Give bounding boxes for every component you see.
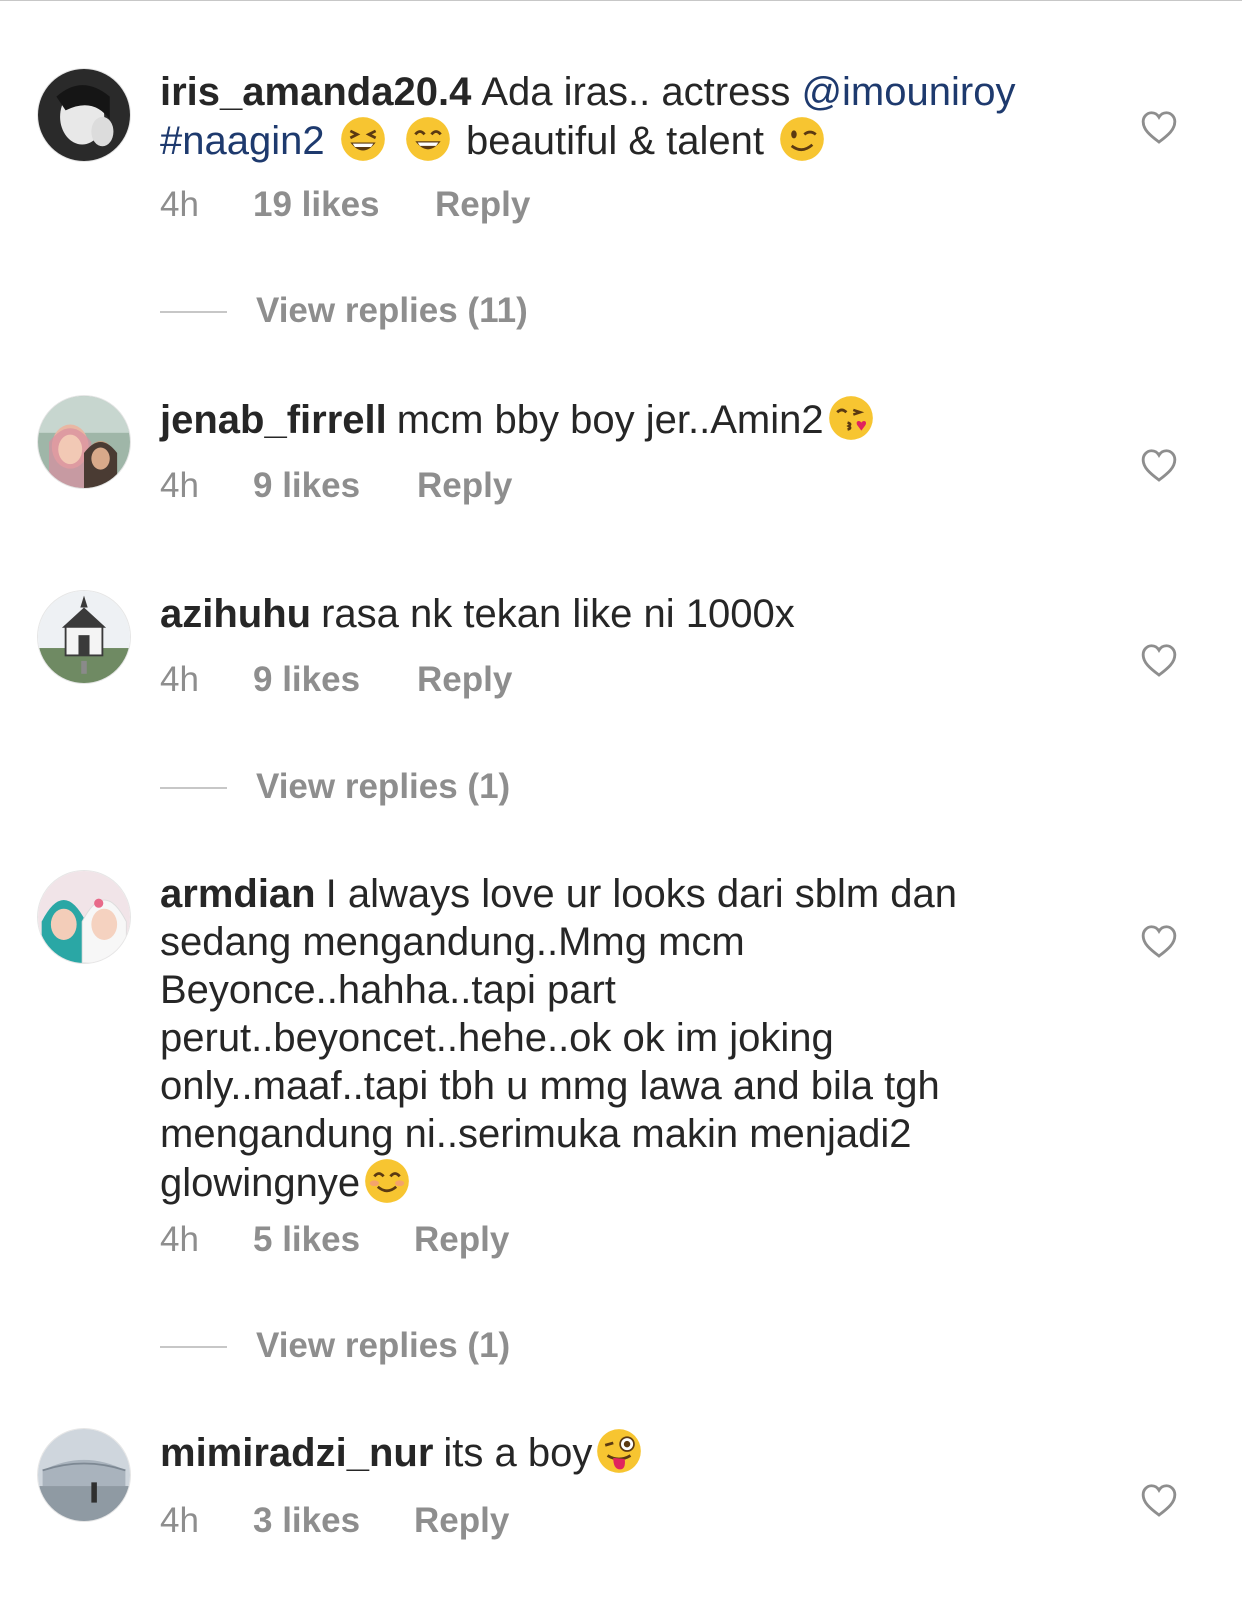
reply-button[interactable]: Reply	[414, 1220, 509, 1260]
winking-face-tongue-icon	[596, 1428, 642, 1474]
view-replies-button[interactable]: View replies (1)	[160, 767, 760, 807]
comment-text: azihuhu rasa nk tekan like ni 1000x	[160, 590, 1040, 638]
face-blowing-kiss-icon	[828, 395, 874, 441]
comment-text: jenab_firrell mcm bby boy jer..Amin2	[160, 395, 1040, 444]
comment-username[interactable]: iris_amanda20.4	[160, 70, 471, 114]
comment-username[interactable]: mimiradzi_nur	[160, 1431, 433, 1475]
reply-button[interactable]: Reply	[417, 660, 512, 700]
view-replies-button[interactable]: View replies (11)	[160, 291, 760, 331]
comment-body: I always love ur looks dari sblm dan sed…	[160, 872, 957, 1205]
top-divider	[0, 0, 1242, 1]
comment-body: its a boy	[443, 1431, 593, 1475]
comment-body: rasa nk tekan like ni 1000x	[321, 592, 795, 636]
view-replies-label: View replies (11)	[256, 291, 528, 330]
divider-line	[160, 787, 227, 789]
heart-outline-icon[interactable]	[1140, 923, 1178, 959]
comment-time: 4h	[160, 185, 199, 224]
reply-button[interactable]: Reply	[435, 185, 530, 225]
comment-time: 4h	[160, 1220, 199, 1259]
heart-outline-icon[interactable]	[1140, 1482, 1178, 1518]
avatar[interactable]	[37, 395, 131, 489]
reply-button[interactable]: Reply	[414, 1501, 509, 1541]
comment-username[interactable]: armdian	[160, 872, 316, 916]
avatar[interactable]	[37, 1428, 131, 1522]
divider-line	[160, 311, 227, 313]
avatar[interactable]	[37, 68, 131, 162]
comment-likes[interactable]: 19 likes	[253, 185, 380, 225]
hashtag-link[interactable]: #naagin2	[160, 119, 325, 163]
reply-button[interactable]: Reply	[417, 466, 512, 506]
comment-body: Ada iras.. actress	[481, 70, 802, 114]
winking-face-icon	[779, 116, 825, 162]
comment-likes[interactable]: 9 likes	[253, 660, 360, 700]
comment-text: iris_amanda20.4 Ada iras.. actress @imoun…	[160, 68, 1040, 165]
comment-time: 4h	[160, 660, 199, 699]
view-replies-label: View replies (1)	[256, 1326, 511, 1365]
comment-username[interactable]: azihuhu	[160, 592, 311, 636]
comment-likes[interactable]: 5 likes	[253, 1220, 360, 1260]
mention-link[interactable]: @imouniroy	[801, 70, 1015, 114]
view-replies-label: View replies (1)	[256, 767, 511, 806]
comment-body: mcm bby boy jer..Amin2	[396, 398, 824, 442]
heart-outline-icon[interactable]	[1140, 447, 1178, 483]
comment-body: beautiful & talent	[465, 119, 764, 163]
grinning-face-smiling-eyes-icon	[405, 116, 451, 162]
heart-outline-icon[interactable]	[1140, 642, 1178, 678]
comment-text: mimiradzi_nur its a boy	[160, 1428, 1040, 1477]
view-replies-button[interactable]: View replies (1)	[160, 1326, 760, 1366]
comment-time: 4h	[160, 466, 199, 505]
smiling-face-smiling-eyes-icon	[364, 1158, 410, 1204]
comment-likes[interactable]: 3 likes	[253, 1501, 360, 1541]
comment-time: 4h	[160, 1501, 199, 1540]
divider-line	[160, 1346, 227, 1348]
comment-username[interactable]: jenab_firrell	[160, 398, 387, 442]
comment-text: armdian I always love ur looks dari sblm …	[160, 870, 1040, 1207]
avatar[interactable]	[37, 870, 131, 964]
avatar[interactable]	[37, 590, 131, 684]
grinning-squinting-face-icon	[340, 116, 386, 162]
heart-outline-icon[interactable]	[1140, 109, 1178, 145]
comment-likes[interactable]: 9 likes	[253, 466, 360, 506]
